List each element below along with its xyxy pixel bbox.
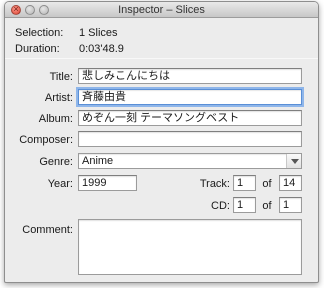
chevron-down-icon[interactable] [286,154,301,168]
cd-field[interactable]: 1 [233,197,256,213]
composer-field[interactable] [78,131,302,147]
selection-label: Selection: [15,27,64,39]
track-of-label: of [262,178,272,190]
cd-total-field[interactable]: 1 [279,197,302,213]
track-field[interactable]: 1 [233,175,256,191]
genre-label: Genre: [39,156,73,168]
genre-value: Anime [82,155,114,167]
album-field[interactable]: めぞん一刻 テーマソングベスト [78,110,302,126]
artist-label: Artist: [44,92,73,104]
artist-field[interactable]: 斉藤由貴 [78,89,302,105]
title-field[interactable]: 悲しみこんにちは [78,68,302,84]
genre-popup[interactable]: Anime [78,153,302,169]
title-label: Title: [49,71,73,83]
year-field[interactable]: 1999 [78,175,137,191]
duration-label: Duration: [15,43,60,55]
track-total-field[interactable]: 14 [279,175,302,191]
year-label: Year: [47,178,73,190]
composer-label: Composer: [19,134,73,146]
cd-label: CD: [211,200,230,212]
window-title: Inspector – Slices [118,4,205,16]
comment-label: Comment: [22,224,73,236]
separator [5,58,318,59]
duration-value: 0:03'48.9 [79,43,124,55]
cd-of-label: of [262,200,272,212]
inspector-window: × Inspector – Slices Selection: 1 Slices… [4,1,319,283]
track-label: Track: [199,178,230,190]
album-label: Album: [38,113,73,125]
selection-value: 1 Slices [79,27,118,39]
comment-textarea[interactable] [78,219,302,275]
title-bar[interactable]: × Inspector – Slices [5,2,318,18]
